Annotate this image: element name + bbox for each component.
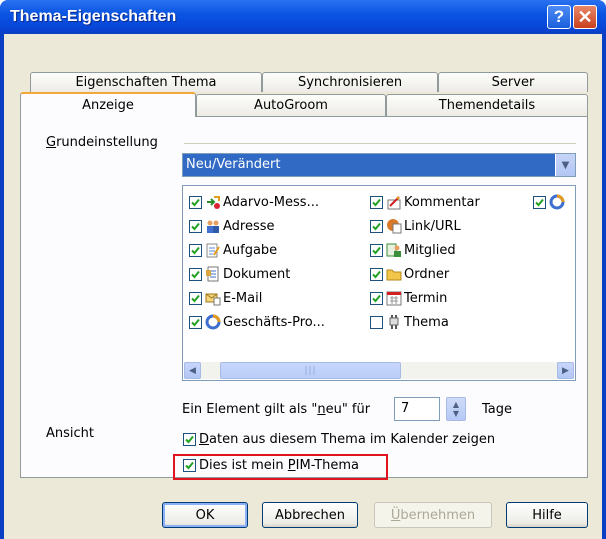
scrollbar-thumb[interactable]: |||: [220, 362, 401, 379]
list-item-checkbox[interactable]: [370, 219, 383, 233]
list-item-label: Ordner: [404, 266, 450, 282]
tab-eigenschaften-thema[interactable]: Eigenschaften Thema: [30, 72, 262, 92]
list-item-checkbox[interactable]: [189, 195, 202, 209]
kalender-checkbox[interactable]: [183, 433, 196, 446]
list-item-checkbox[interactable]: [189, 267, 202, 281]
scroll-right-button[interactable]: ▶: [557, 362, 574, 379]
question-mark-icon: ?: [553, 7, 565, 26]
chevron-up-icon[interactable]: ▲: [453, 400, 459, 409]
list-item-checkbox[interactable]: [189, 243, 202, 257]
kalender-checkbox-row[interactable]: Daten aus diesem Thema im Kalender zeige…: [183, 432, 495, 447]
tab-autogroom[interactable]: AutoGroom: [196, 94, 386, 116]
list-item[interactable]: Adarvo-Mess...: [189, 192, 319, 212]
days-spinner[interactable]: ▲ ▼: [446, 397, 466, 421]
list-item-checkbox[interactable]: [189, 315, 202, 329]
pim-checkbox[interactable]: [183, 459, 196, 472]
comment-icon: [386, 194, 402, 210]
list-item[interactable]: Geschäfts-Pro...: [189, 312, 325, 332]
list-item[interactable]: Ordner: [370, 264, 449, 284]
list-item-label: Geschäfts-Pro...: [223, 314, 325, 330]
pim-checkbox-row[interactable]: Dies ist mein PIM-Thema: [183, 458, 359, 473]
list-item-checkbox[interactable]: [370, 267, 383, 281]
folder-icon: [386, 266, 402, 282]
list-item-checkbox[interactable]: [370, 195, 383, 209]
list-item-partial[interactable]: [533, 192, 567, 212]
email-icon: [205, 290, 221, 306]
process-icon: [205, 314, 221, 330]
list-item[interactable]: Thema: [370, 312, 449, 332]
tab-label: Eigenschaften Thema: [75, 75, 217, 90]
list-item-label: Mitglied: [404, 242, 456, 258]
list-item-label: Adresse: [223, 218, 275, 234]
list-item-label: Link/URL: [404, 218, 461, 234]
move-items-icon: [205, 194, 221, 210]
list-item-label: Dokument: [223, 266, 291, 282]
tab-server[interactable]: Server: [438, 72, 588, 92]
horizontal-scrollbar[interactable]: ◀ ||| ▶: [184, 362, 574, 379]
list-item-label: Termin: [404, 290, 448, 306]
item-type-list[interactable]: Adarvo-Mess... Adresse Aufgabe Dokument E-Ma…: [182, 185, 576, 381]
list-item-checkbox[interactable]: [189, 291, 202, 305]
list-item-checkbox[interactable]: [370, 291, 383, 305]
list-item-label: Aufgabe: [223, 242, 278, 258]
list-item[interactable]: Kommentar: [370, 192, 480, 212]
people-icon: [205, 218, 221, 234]
kalender-label: Daten aus diesem Thema im Kalender zeige…: [199, 432, 496, 447]
days-unit-label: Tage: [482, 402, 513, 417]
help-button[interactable]: Hilfe: [506, 502, 588, 528]
list-item-checkbox[interactable]: [189, 219, 202, 233]
tab-label: Themendetails: [438, 98, 536, 113]
tab-label: AutoGroom: [254, 98, 328, 113]
list-item[interactable]: Link/URL: [370, 216, 461, 236]
list-item-label: E-Mail: [223, 290, 263, 306]
calendar-icon: [386, 290, 402, 306]
tab-label: Synchronisieren: [297, 75, 403, 90]
group-divider: [184, 143, 576, 144]
list-item[interactable]: Aufgabe: [189, 240, 277, 260]
list-item-checkbox[interactable]: [533, 195, 546, 209]
member-icon: [386, 242, 402, 258]
apply-button[interactable]: Übernehmen: [374, 502, 492, 528]
document-icon: [205, 266, 221, 282]
tab-label: Server: [491, 75, 535, 90]
combo-selected-value: Neu/Verändert: [186, 157, 281, 172]
list-item[interactable]: E-Mail: [189, 288, 262, 308]
chevron-down-icon[interactable]: ▼: [453, 409, 459, 418]
chevron-down-icon[interactable]: ▼: [555, 154, 575, 176]
grundeinstellung-select[interactable]: Neu/Verändert ▼: [182, 153, 576, 177]
close-icon: ✕: [577, 6, 593, 27]
list-item[interactable]: Mitglied: [370, 240, 456, 260]
tab-label: Anzeige: [82, 98, 134, 113]
list-item[interactable]: Termin: [370, 288, 447, 308]
ok-button[interactable]: OK: [162, 502, 248, 528]
list-item-label: Thema: [404, 314, 449, 330]
list-item[interactable]: Adresse: [189, 216, 275, 236]
grundeinstellung-label: Grundeinstellung: [46, 135, 158, 150]
scroll-left-button[interactable]: ◀: [184, 362, 201, 379]
cancel-button[interactable]: Abbrechen: [262, 502, 358, 528]
days-input[interactable]: 7: [394, 397, 440, 421]
title-bar[interactable]: Thema-Eigenschaften ? ✕: [0, 0, 606, 34]
list-item[interactable]: Dokument: [189, 264, 290, 284]
list-item-label: Adarvo-Mess...: [223, 194, 319, 210]
close-button[interactable]: ✕: [573, 5, 597, 29]
help-title-button[interactable]: ?: [547, 5, 571, 29]
link-icon: [386, 218, 402, 234]
neu-label: Ein Element gilt als "neu" für: [182, 402, 371, 417]
window-title: Thema-Eigenschaften: [10, 8, 177, 25]
tab-synchronisieren[interactable]: Synchronisieren: [262, 72, 438, 92]
pim-label: Dies ist mein PIM-Thema: [199, 458, 359, 473]
topic-icon: [386, 314, 402, 330]
list-item-checkbox[interactable]: [370, 243, 383, 257]
tab-themendetails[interactable]: Themendetails: [386, 94, 588, 116]
tab-anzeige[interactable]: Anzeige: [20, 92, 196, 117]
list-item-label: Kommentar: [404, 194, 480, 210]
task-icon: [205, 242, 221, 258]
process-icon: [549, 194, 565, 210]
dialog-window: Thema-Eigenschaften ? ✕ Eigenschaften Th…: [0, 0, 606, 539]
list-item-checkbox[interactable]: [370, 315, 383, 329]
ansicht-label: Ansicht: [46, 426, 95, 441]
